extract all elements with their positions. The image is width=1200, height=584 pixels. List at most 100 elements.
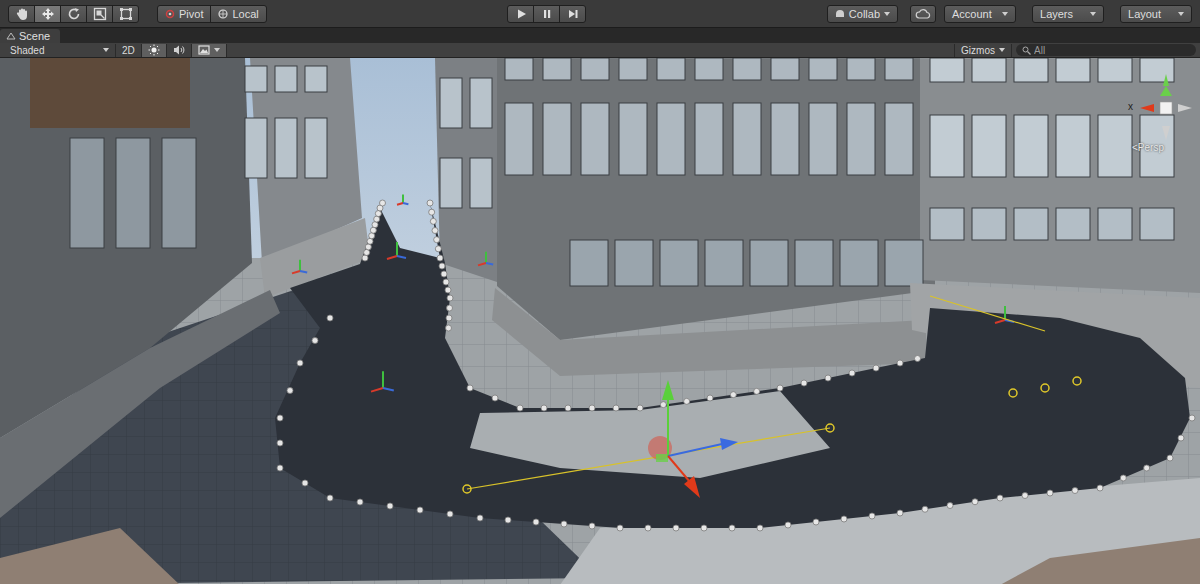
tool-button[interactable] (34, 5, 61, 23)
tangent-handle (1073, 377, 1081, 385)
window (847, 103, 875, 175)
scale-tool-icon (93, 7, 107, 21)
play-button[interactable] (507, 5, 534, 23)
spline-point (533, 519, 539, 525)
right-building (920, 58, 1200, 293)
window (930, 58, 964, 82)
window (750, 240, 788, 286)
scene-tab[interactable]: Scene (0, 29, 60, 43)
tool-button[interactable] (86, 5, 113, 23)
account-button[interactable]: Account (944, 5, 1016, 23)
window (657, 103, 685, 175)
dropdown-arrow-icon (1090, 12, 1096, 16)
scene-render[interactable] (0, 58, 1200, 584)
dropdown-arrow-icon (103, 48, 109, 52)
window (809, 103, 837, 175)
gizmos-dropdown[interactable]: Gizmos (954, 44, 1012, 57)
center-building (497, 58, 935, 340)
spline-point (897, 510, 903, 516)
layers-button[interactable]: Layers (1032, 5, 1104, 23)
effects-icon (198, 44, 210, 56)
window (70, 138, 104, 248)
window (619, 58, 647, 80)
spline-point (873, 365, 879, 371)
search-field[interactable] (1034, 45, 1190, 56)
window (275, 66, 297, 92)
window (581, 103, 609, 175)
spline-point (801, 380, 807, 386)
spline-point (997, 495, 1003, 501)
tool-button[interactable] (8, 5, 35, 23)
orientation-gizmo[interactable]: x<Persp (1110, 66, 1196, 162)
spline-point (813, 519, 819, 525)
window (972, 208, 1006, 240)
pause-button[interactable] (533, 5, 560, 23)
collab-icon (835, 9, 845, 19)
center-wall (492, 288, 928, 376)
local-button[interactable]: Local (210, 5, 266, 23)
spline-point (447, 295, 453, 301)
transform-tools (8, 5, 139, 23)
scene-tab-label: Scene (19, 30, 50, 42)
spline-point (380, 200, 386, 206)
spline-point (445, 287, 451, 293)
2d-toggle[interactable]: 2D (116, 44, 142, 57)
window (570, 240, 608, 286)
spline-point (357, 499, 363, 505)
spline-point (915, 356, 921, 362)
spline-point (517, 405, 523, 411)
effects-toggle[interactable] (192, 44, 227, 57)
window (1056, 208, 1090, 240)
window (1056, 115, 1090, 177)
scene-icon (6, 31, 16, 41)
play-icon (515, 8, 527, 20)
spline-point (387, 503, 393, 509)
spline-point (1189, 415, 1195, 421)
spline-point (849, 370, 855, 376)
spline-point (435, 246, 441, 252)
spline-point (1178, 435, 1184, 441)
window (660, 240, 698, 286)
lighting-icon (148, 44, 160, 56)
layout-button[interactable]: Layout (1120, 5, 1192, 23)
tool-button[interactable] (112, 5, 139, 23)
window (771, 58, 799, 80)
move-tool-icon (41, 7, 55, 21)
window (795, 240, 833, 286)
cloud-button[interactable] (910, 5, 936, 23)
dropdown-arrow-icon (999, 48, 1005, 52)
spline-point (730, 392, 736, 398)
draw-mode-dropdown[interactable]: Shaded (4, 44, 116, 57)
cloud-icon (915, 8, 931, 19)
spline-point (637, 405, 643, 411)
spline-point (701, 525, 707, 531)
audio-toggle[interactable] (167, 44, 192, 57)
local-label: Local (232, 8, 258, 20)
window (1014, 208, 1048, 240)
collab-button[interactable]: Collab (827, 5, 898, 23)
spline-point (441, 271, 447, 277)
projection-label[interactable]: <Persp (1132, 142, 1164, 153)
tangent-handle (1009, 389, 1017, 397)
spline-point (367, 238, 373, 244)
audio-icon (173, 44, 185, 56)
pivot-button[interactable]: Pivot (157, 5, 211, 23)
spline-point (505, 517, 511, 523)
spline-point (432, 228, 438, 234)
spline-point (922, 506, 928, 512)
window (1014, 115, 1048, 177)
spline-point (467, 385, 473, 391)
sky (0, 58, 1200, 584)
spline-point (707, 395, 713, 401)
back-tower (435, 58, 500, 283)
spline-point (364, 249, 370, 255)
window (440, 78, 462, 128)
lighting-toggle[interactable] (142, 44, 167, 57)
step-button[interactable] (559, 5, 586, 23)
window (581, 58, 609, 80)
tool-button[interactable] (60, 5, 87, 23)
scene-view[interactable]: x<Persp (0, 58, 1200, 584)
spline-point (660, 402, 666, 408)
window (972, 58, 1006, 82)
tangent-handle (1041, 384, 1049, 392)
